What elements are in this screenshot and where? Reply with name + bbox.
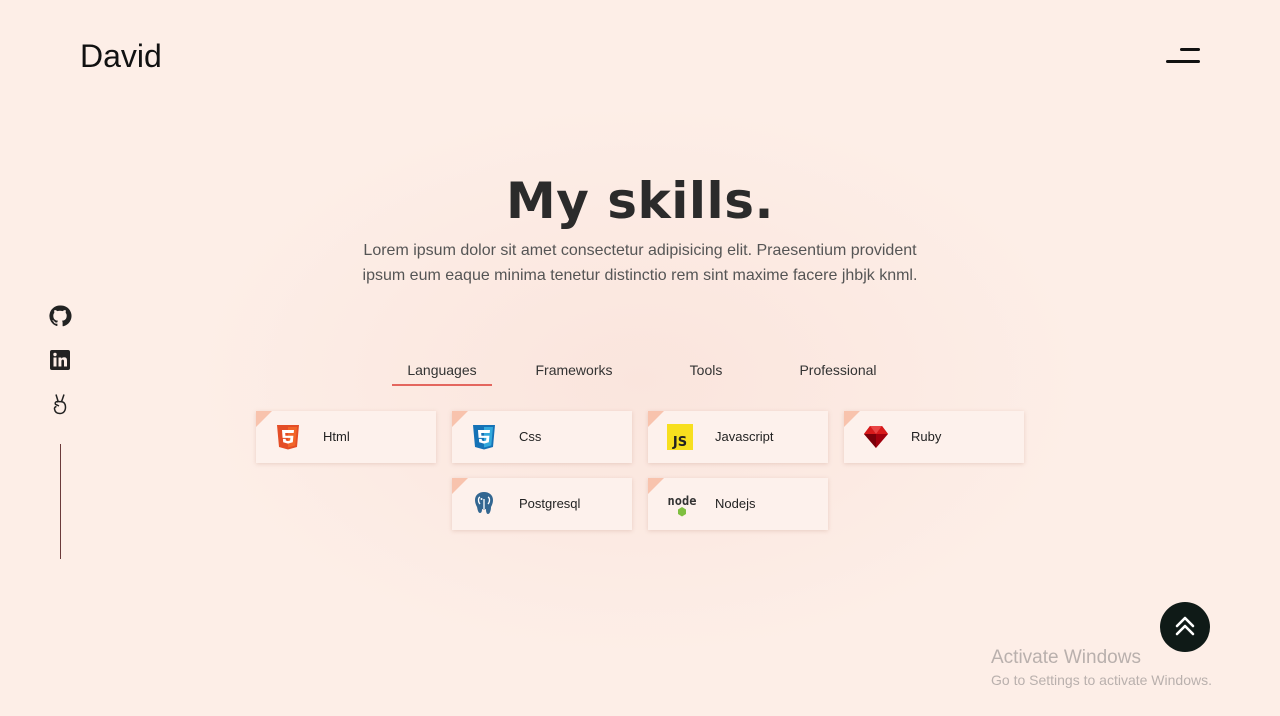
javascript-icon: JS	[667, 424, 693, 450]
skill-label: Postgresql	[519, 496, 581, 511]
tab-languages[interactable]: Languages	[392, 358, 492, 386]
github-icon[interactable]	[48, 304, 72, 328]
skill-label: Javascript	[715, 429, 774, 444]
scroll-to-top-button[interactable]	[1160, 602, 1210, 652]
skill-card-nodejs[interactable]: node Nodejs	[648, 478, 828, 530]
postgresql-icon	[475, 492, 493, 514]
ruby-icon	[864, 426, 888, 448]
skill-label: Html	[323, 429, 350, 444]
svg-text:node: node	[668, 494, 697, 508]
page-title: My skills.	[506, 172, 774, 230]
menu-line-bottom	[1166, 60, 1200, 63]
nodejs-icon: node	[668, 494, 697, 517]
site-logo[interactable]: David	[80, 38, 162, 75]
skill-card-css[interactable]: Css	[452, 411, 632, 463]
double-chevron-up-icon	[1175, 616, 1195, 636]
skill-card-postgresql[interactable]: Postgresql	[452, 478, 632, 530]
skill-label: Ruby	[911, 429, 942, 444]
angellist-icon[interactable]	[48, 392, 72, 416]
skill-card-html[interactable]: Html	[256, 411, 436, 463]
card-corner	[648, 411, 664, 427]
social-links	[48, 304, 72, 436]
card-corner	[256, 411, 272, 427]
card-corner	[452, 411, 468, 427]
page-description: Lorem ipsum dolor sit amet consectetur a…	[362, 242, 918, 284]
watermark-line-2: Go to Settings to activate Windows.	[991, 672, 1212, 688]
menu-toggle-button[interactable]	[1164, 46, 1202, 68]
skill-label: Nodejs	[715, 496, 756, 511]
card-corner	[452, 478, 468, 494]
html5-icon	[277, 425, 299, 450]
css3-icon	[473, 425, 495, 450]
windows-activation-watermark: Activate Windows Go to Settings to activ…	[991, 647, 1212, 688]
svg-text:JS: JS	[672, 435, 687, 450]
tab-frameworks[interactable]: Frameworks	[524, 358, 624, 386]
tab-tools[interactable]: Tools	[656, 358, 756, 386]
skill-card-javascript[interactable]: JS Javascript	[648, 411, 828, 463]
skill-label: Css	[519, 429, 542, 444]
watermark-line-1: Activate Windows	[991, 647, 1141, 668]
linkedin-icon[interactable]	[48, 348, 72, 372]
skill-card-ruby[interactable]: Ruby	[844, 411, 1024, 463]
social-divider-line	[60, 444, 61, 559]
menu-line-top	[1180, 48, 1200, 51]
tab-professional[interactable]: Professional	[788, 358, 888, 386]
